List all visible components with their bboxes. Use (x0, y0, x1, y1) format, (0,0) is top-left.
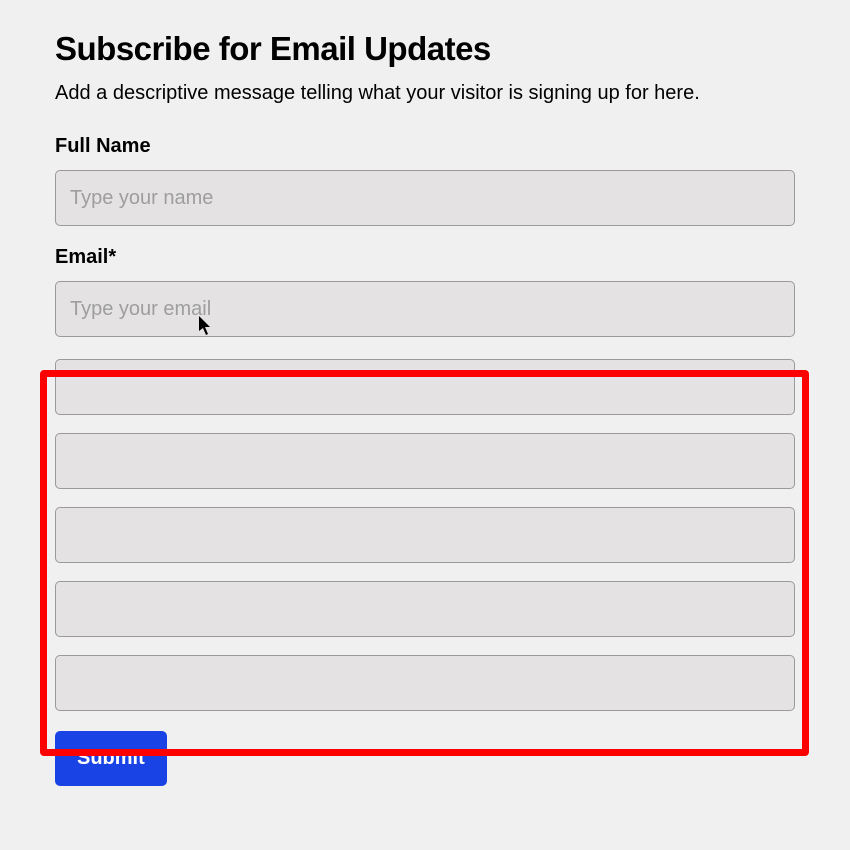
extra-input-4[interactable] (55, 581, 795, 637)
submit-button[interactable]: Submit (55, 731, 167, 786)
email-input[interactable] (55, 281, 795, 337)
extra-input-2[interactable] (55, 433, 795, 489)
email-field-group: Email* (55, 246, 795, 337)
full-name-field-group: Full Name (55, 135, 795, 226)
extra-fields-container (55, 359, 795, 711)
page-heading: Subscribe for Email Updates (55, 30, 795, 68)
email-label: Email* (55, 246, 795, 269)
full-name-label: Full Name (55, 135, 795, 158)
extra-input-5[interactable] (55, 655, 795, 711)
extra-input-1[interactable] (55, 359, 795, 415)
full-name-input[interactable] (55, 170, 795, 226)
extra-input-3[interactable] (55, 507, 795, 563)
page-description: Add a descriptive message telling what y… (55, 82, 795, 105)
